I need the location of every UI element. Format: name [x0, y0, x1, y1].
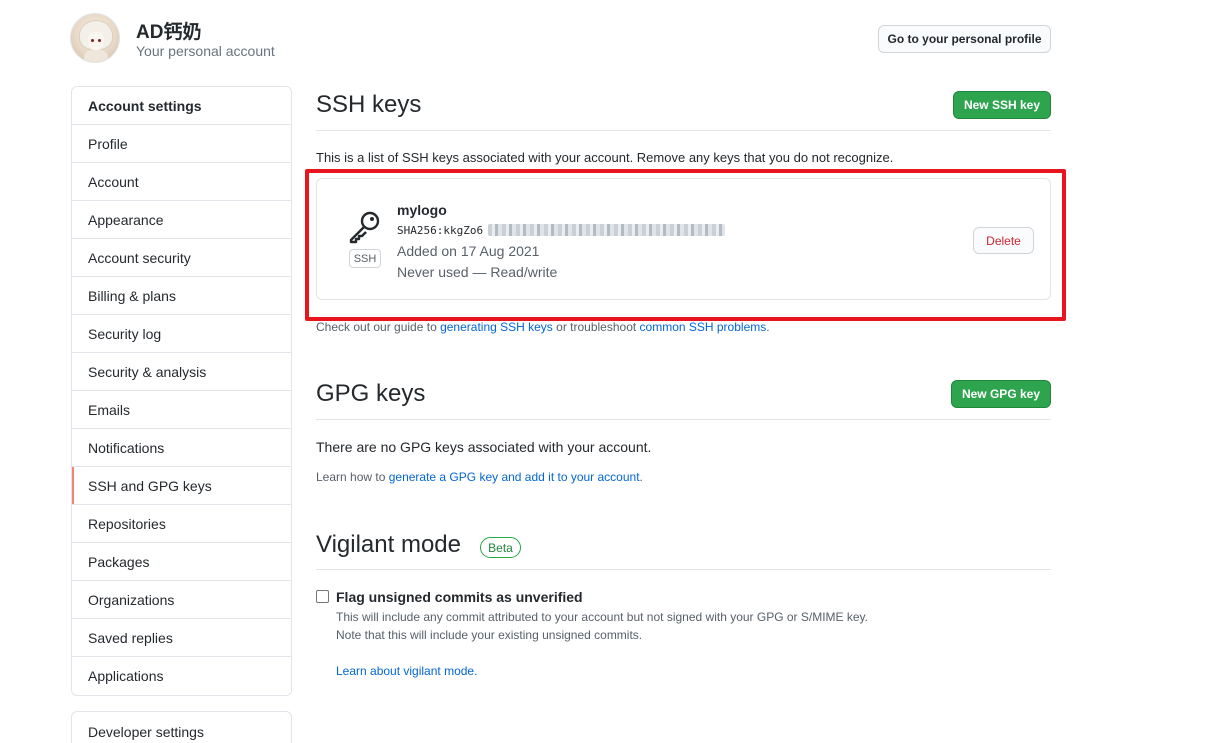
- gpg-learn-suffix: .: [639, 470, 643, 484]
- new-gpg-key-button[interactable]: New GPG key: [951, 380, 1051, 408]
- generating-ssh-keys-link[interactable]: generating SSH keys: [440, 320, 553, 334]
- sidebar-item-ssh-gpg-keys[interactable]: SSH and GPG keys: [72, 467, 291, 505]
- new-ssh-key-button[interactable]: New SSH key: [953, 91, 1051, 119]
- vigilant-description-line2: Note that this will include your existin…: [336, 628, 643, 642]
- sidebar-item-account-security[interactable]: Account security: [72, 239, 291, 277]
- flag-unsigned-commits-label[interactable]: Flag unsigned commits as unverified: [336, 589, 583, 605]
- sidebar-item-emails[interactable]: Emails: [72, 391, 291, 429]
- flag-unsigned-commits-checkbox[interactable]: [316, 590, 329, 603]
- gpg-learn-note: Learn how to generate a GPG key and add …: [316, 470, 643, 484]
- developer-settings-label: Developer settings: [88, 724, 204, 740]
- ssh-keys-heading: SSH keys: [316, 91, 422, 118]
- sidebar-item-repositories[interactable]: Repositories: [72, 505, 291, 543]
- sidebar-item-account[interactable]: Account: [72, 163, 291, 201]
- sidebar-item-applications[interactable]: Applications: [72, 657, 291, 695]
- account-type-label: Your personal account: [136, 43, 275, 59]
- generate-gpg-key-link[interactable]: generate a GPG key and add it to your ac…: [389, 470, 640, 484]
- ssh-guide-note: Check out our guide to generating SSH ke…: [316, 320, 770, 334]
- sidebar-item-billing[interactable]: Billing & plans: [72, 277, 291, 315]
- sidebar-item-notifications[interactable]: Notifications: [72, 429, 291, 467]
- section-divider: [316, 569, 1051, 570]
- section-divider: [316, 419, 1051, 420]
- vigilant-mode-heading: Vigilant mode: [316, 531, 461, 558]
- highlight-annotation-box: [305, 169, 1066, 321]
- developer-settings-link[interactable]: Developer settings: [71, 711, 292, 743]
- common-ssh-problems-link[interactable]: common SSH problems: [640, 320, 767, 334]
- user-avatar[interactable]: [70, 13, 120, 63]
- sidebar-item-appearance[interactable]: Appearance: [72, 201, 291, 239]
- sidebar-item-saved-replies[interactable]: Saved replies: [72, 619, 291, 657]
- settings-sidebar: Account settings Profile Account Appeara…: [71, 86, 292, 696]
- ssh-description: This is a list of SSH keys associated wi…: [316, 150, 894, 165]
- gpg-empty-message: There are no GPG keys associated with yo…: [316, 439, 652, 455]
- section-divider: [316, 130, 1051, 131]
- sidebar-item-profile[interactable]: Profile: [72, 125, 291, 163]
- vigilant-description-line1: This will include any commit attributed …: [336, 610, 869, 624]
- gpg-learn-prefix: Learn how to: [316, 470, 389, 484]
- ssh-guide-middle: or troubleshoot: [552, 320, 640, 334]
- ssh-guide-suffix: .: [766, 320, 770, 334]
- user-name[interactable]: AD钙奶: [136, 17, 201, 44]
- sidebar-heading: Account settings: [72, 87, 291, 125]
- personal-profile-button[interactable]: Go to your personal profile: [878, 25, 1051, 53]
- sidebar-item-packages[interactable]: Packages: [72, 543, 291, 581]
- sidebar-item-security-log[interactable]: Security log: [72, 315, 291, 353]
- ssh-guide-prefix: Check out our guide to: [316, 320, 441, 334]
- beta-badge: Beta: [480, 537, 521, 558]
- sidebar-item-security-analysis[interactable]: Security & analysis: [72, 353, 291, 391]
- gpg-keys-heading: GPG keys: [316, 380, 426, 407]
- sidebar-item-organizations[interactable]: Organizations: [72, 581, 291, 619]
- learn-vigilant-mode-link[interactable]: Learn about vigilant mode.: [336, 664, 477, 678]
